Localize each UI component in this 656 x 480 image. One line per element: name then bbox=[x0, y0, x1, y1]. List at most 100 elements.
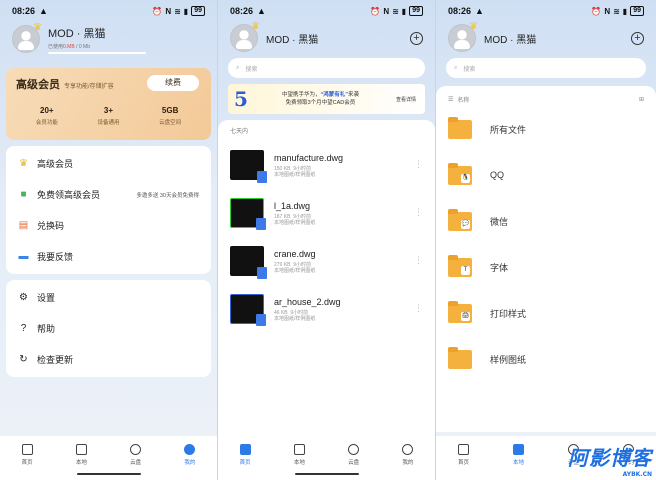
promo-detail-link[interactable]: 查看详情 bbox=[393, 96, 419, 103]
more-icon[interactable]: ⋮ bbox=[414, 303, 423, 314]
section-label: 七天内 bbox=[230, 129, 249, 135]
screen-profile: 08:26 ▲ ⏰ N ≋ ▮ 99 ♛ MOD · 黑猫 已使用0.MB / 0 Mb … bbox=[0, 0, 218, 480]
avatar[interactable]: ♛ bbox=[230, 21, 260, 52]
folder-item[interactable]: 💬 微信 bbox=[448, 198, 644, 244]
menu-item-check-update[interactable]: ↻ 检查更新 bbox=[6, 344, 211, 375]
folder-item[interactable]: 所有文件 bbox=[448, 106, 644, 152]
sort-icon: ☰ bbox=[448, 96, 454, 103]
search-input[interactable]: ⌕ 搜索 bbox=[446, 58, 646, 78]
add-button[interactable]: + bbox=[631, 31, 644, 45]
nav-me[interactable]: 我的 bbox=[393, 444, 423, 480]
menu-card-settings: ⚙ 设置 ? 帮助 ↻ 检查更新 bbox=[6, 280, 211, 377]
menu-item-redeem-code[interactable]: ▤ 兑换码 bbox=[6, 210, 211, 241]
add-button[interactable]: + bbox=[410, 31, 423, 45]
drawing-thumbnail bbox=[230, 150, 267, 183]
alarm-icon: ⏰ bbox=[370, 6, 381, 16]
nfc-icon: N bbox=[604, 6, 611, 16]
status-bar: 08:26 ▲ ⏰ N ≋ ▮ 99 bbox=[218, 0, 435, 22]
nav-home[interactable]: 首页 bbox=[449, 444, 479, 480]
wifi-icon: ≋ bbox=[392, 6, 399, 16]
menu-item-settings[interactable]: ⚙ 设置 bbox=[6, 282, 211, 313]
crown-icon: ♛ bbox=[469, 21, 478, 32]
battery-indicator: 99 bbox=[409, 6, 423, 16]
nav-home[interactable]: 首页 bbox=[12, 444, 42, 480]
home-icon bbox=[239, 444, 251, 455]
crown-icon: ♛ bbox=[33, 22, 42, 33]
search-icon: ⌕ bbox=[454, 64, 458, 71]
promo-banner[interactable]: 5 中望携手华为，“鸿蒙有礼”来袭 免费领取3个月中望CAD会员 查看详情 bbox=[228, 84, 425, 114]
menu-item-premium[interactable]: ♛ 高级会员 bbox=[6, 148, 211, 179]
more-icon[interactable]: ⋮ bbox=[414, 255, 423, 266]
nav-home[interactable]: 首页 bbox=[230, 444, 260, 480]
qq-folder-icon: 🐧 bbox=[448, 162, 472, 185]
file-item[interactable]: crane.dwg 279 KB 9小时前 本地图纸/样例图纸 ⋮ bbox=[230, 237, 423, 285]
notification-icon: ▲ bbox=[257, 6, 266, 16]
renew-button[interactable]: 续费 bbox=[147, 75, 199, 91]
bottom-nav: 首页 本地 云盘 我的 bbox=[0, 436, 217, 480]
premium-subtitle: 专享功能/存储扩容 bbox=[64, 84, 114, 90]
search-icon: ⌕ bbox=[236, 64, 240, 71]
folder-list: ☰ 名称 ⊞ 所有文件 🐧 QQ 💬 微信 T 字体 🖨 打印样式 样例图纸 bbox=[436, 86, 656, 432]
profile-header[interactable]: ♛ MOD · 黑猫 已使用0.MB / 0 Mb bbox=[0, 22, 217, 56]
premium-card[interactable]: 高级会员 专享功能/存储扩容 续费 20+ 会员功能 3+ 设备通用 5GB 云盘空间 bbox=[6, 68, 211, 140]
file-icon bbox=[513, 444, 524, 455]
promo-text: 中望携手华为，“鸿蒙有礼”来袭 免费领取3个月中望CAD会员 bbox=[281, 92, 359, 106]
dwg-icon bbox=[256, 314, 266, 326]
sort-header[interactable]: ☰ 名称 ⊞ bbox=[448, 92, 644, 106]
site-watermark: 阿影博客 AYBK.CN bbox=[568, 446, 652, 478]
update-icon: ↻ bbox=[19, 354, 28, 365]
user-name: MOD · 黑猫 bbox=[266, 34, 319, 46]
storage-quota-bar bbox=[48, 51, 146, 54]
crown-icon: ♛ bbox=[19, 158, 28, 169]
notification-icon: ▲ bbox=[39, 6, 48, 16]
cloud-icon bbox=[348, 444, 360, 455]
folder-item[interactable]: 🐧 QQ bbox=[448, 152, 644, 198]
more-icon[interactable]: ⋮ bbox=[414, 207, 423, 218]
premium-stat: 20+ 会员功能 bbox=[35, 106, 58, 126]
nfc-icon: N bbox=[383, 6, 390, 16]
nav-local[interactable]: 本地 bbox=[504, 444, 534, 480]
file-item[interactable]: manufacture.dwg 150 KB 9小时前 本地图纸/样例图纸 ⋮ bbox=[230, 141, 423, 189]
new-folder-icon[interactable]: ⊞ bbox=[639, 96, 644, 103]
nav-me[interactable]: 我的 bbox=[175, 444, 205, 480]
home-indicator bbox=[76, 473, 141, 475]
menu-item-feedback[interactable]: ▬ 我要反馈 bbox=[6, 241, 211, 272]
storage-quota: 已使用0.MB / 0 Mb bbox=[48, 43, 90, 50]
battery-indicator: 99 bbox=[630, 6, 644, 16]
folder-icon bbox=[448, 116, 472, 139]
dwg-icon bbox=[257, 267, 267, 279]
nfc-icon: N bbox=[165, 6, 172, 16]
dwg-icon bbox=[257, 171, 267, 183]
folder-item[interactable]: 样例图纸 bbox=[448, 336, 644, 382]
avatar[interactable]: ♛ bbox=[448, 21, 478, 52]
menu-item-help[interactable]: ? 帮助 bbox=[6, 313, 211, 344]
search-input[interactable]: ⌕ 搜索 bbox=[228, 58, 425, 78]
alarm-icon: ⏰ bbox=[591, 6, 602, 16]
gift-icon: ■ bbox=[20, 189, 27, 200]
more-icon[interactable]: ⋮ bbox=[414, 159, 423, 170]
invite-hint: 多邀多送 30天会员免费得 bbox=[136, 192, 199, 199]
home-indicator bbox=[294, 473, 359, 475]
premium-stat: 3+ 设备通用 bbox=[97, 106, 120, 126]
premium-stat: 5GB 云盘空间 bbox=[159, 106, 182, 126]
menu-item-free-premium[interactable]: ■ 免费领高级会员 多邀多送 30天会员免费得 bbox=[6, 179, 211, 210]
home-icon bbox=[458, 444, 469, 455]
local-header: ♛ MOD · 黑猫 + bbox=[436, 21, 656, 54]
home-icon bbox=[21, 444, 33, 455]
signal-icon: ▮ bbox=[401, 6, 407, 16]
crown-icon: ♛ bbox=[251, 21, 260, 32]
premium-title: 高级会员 bbox=[16, 79, 60, 91]
home-header: ♛ MOD · 黑猫 + bbox=[218, 21, 435, 54]
file-item[interactable]: ar_house_2.dwg 46 KB 9小时前 本地图纸/样例图纸 ⋮ bbox=[230, 285, 423, 333]
file-item[interactable]: l_1a.dwg 187 KB 9小时前 本地图纸/样例图纸 ⋮ bbox=[230, 189, 423, 237]
avatar[interactable]: ♛ bbox=[12, 22, 42, 53]
wechat-folder-icon: 💬 bbox=[448, 208, 472, 231]
status-bar: 08:26 ▲ ⏰ N ≋ ▮ 99 bbox=[436, 0, 656, 22]
signal-icon: ▮ bbox=[622, 6, 628, 16]
folder-item[interactable]: 🖨 打印样式 bbox=[448, 290, 644, 336]
notification-icon: ▲ bbox=[475, 6, 484, 16]
menu-card-vip: ♛ 高级会员 ■ 免费领高级会员 多邀多送 30天会员免费得 ▤ 兑换码 ▬ 我要反馈 bbox=[6, 146, 211, 274]
battery-indicator: 99 bbox=[191, 6, 205, 16]
folder-item[interactable]: T 字体 bbox=[448, 244, 644, 290]
print-folder-icon: 🖨 bbox=[448, 300, 472, 323]
